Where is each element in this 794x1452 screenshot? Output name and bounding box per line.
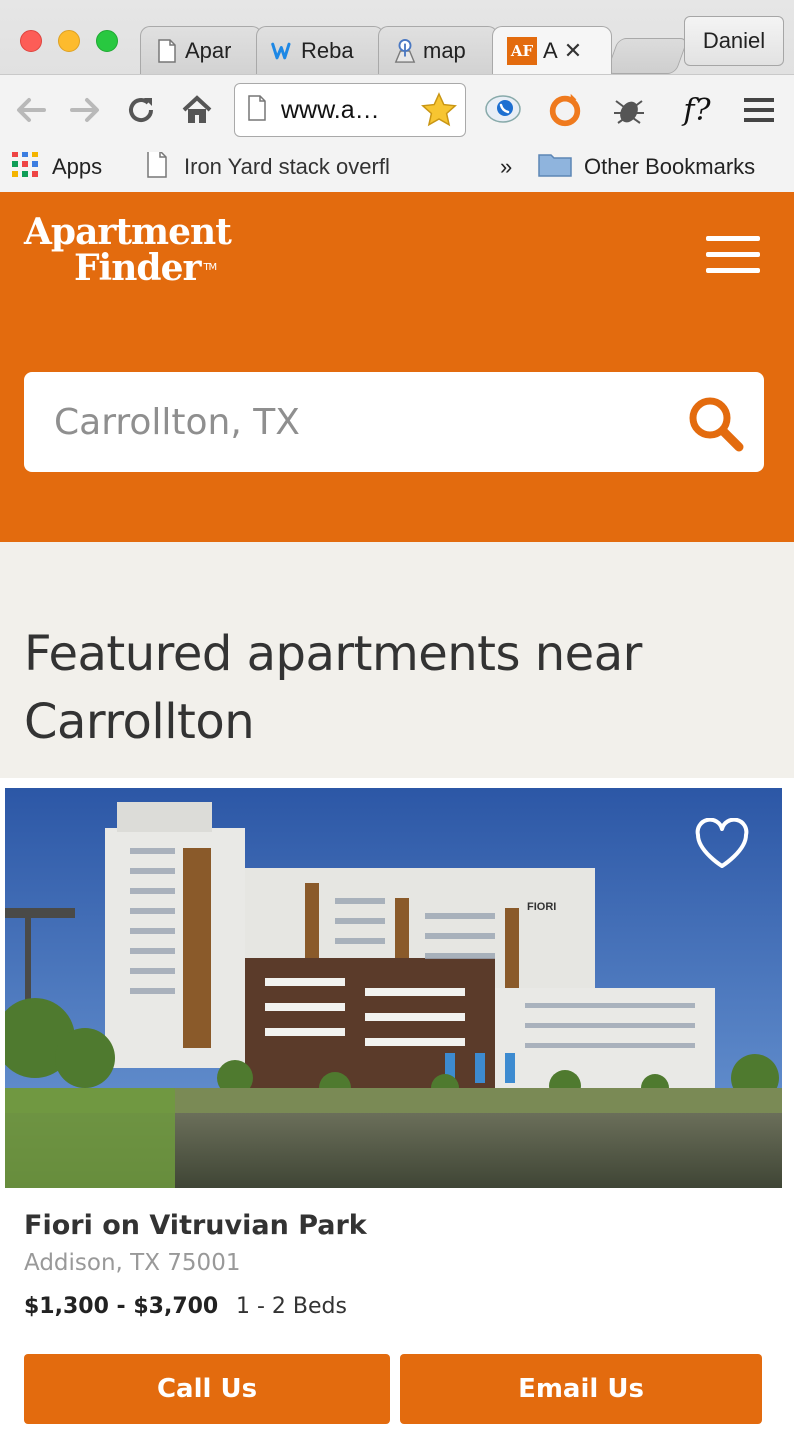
location-search-input[interactable]: [24, 372, 664, 472]
featured-title: Featured apartments near Carrollton: [24, 626, 642, 750]
apartment-building-image: FIORI: [5, 788, 782, 1188]
tab-strip: Apar Reba map AF A ✕: [140, 22, 689, 74]
browser-toolbar: www.a… f?: [0, 74, 794, 144]
call-us-button[interactable]: Call Us: [24, 1354, 390, 1424]
location-search: [24, 372, 764, 472]
bookmarks-overflow-button[interactable]: »: [500, 152, 512, 182]
home-icon[interactable]: [178, 91, 216, 129]
maps-pin-icon: [393, 38, 417, 64]
hamburger-menu-icon[interactable]: [706, 236, 760, 274]
apps-grid-icon: [12, 152, 38, 182]
listing-name[interactable]: Fiori on Vitruvian Park: [24, 1210, 367, 1241]
apartment-finder-logo[interactable]: Apartment Finder TM: [24, 211, 232, 289]
tab-rebates[interactable]: Reba: [256, 26, 384, 74]
tab-label: map: [423, 37, 466, 63]
other-bookmarks-label: Other Bookmarks: [584, 154, 756, 179]
logo-trademark: TM: [203, 262, 217, 273]
featured-section: Featured apartments near Carrollton: [0, 542, 794, 778]
window-zoom-button[interactable]: [96, 30, 118, 52]
weebly-icon: [271, 38, 295, 64]
phone-extension-icon[interactable]: [484, 91, 522, 129]
bookmark-iron-yard[interactable]: Iron Yard stack overfl: [146, 152, 416, 182]
window-minimize-button[interactable]: [58, 30, 80, 52]
tab-apartments[interactable]: Apar: [140, 26, 262, 74]
logo-line-1: Apartment: [24, 211, 232, 253]
tab-label: Apar: [185, 37, 232, 63]
page-icon: [247, 95, 267, 125]
browser-chrome: Apar Reba map AF A ✕ Daniel www.a… f? Ap…: [0, 0, 794, 192]
back-arrow-icon[interactable]: [12, 91, 50, 129]
listing-card: FIORI Fiori on Vitruvian Park Addison, T…: [0, 778, 794, 1452]
font-extension-icon[interactable]: f?: [674, 91, 720, 129]
window-close-button[interactable]: [20, 30, 42, 52]
af-favicon-text: AF: [510, 41, 534, 60]
close-icon[interactable]: ✕: [564, 38, 582, 64]
bookmarks-bar: Apps Iron Yard stack overfl » Other Book…: [0, 144, 794, 192]
tab-label: Reba: [301, 37, 354, 63]
listing-address: Addison, TX 75001: [24, 1250, 241, 1276]
listing-photo[interactable]: FIORI: [5, 788, 782, 1188]
bug-extension-icon[interactable]: [610, 91, 648, 129]
listing-price: $1,300 - $3,700: [24, 1294, 219, 1319]
folder-icon: [538, 152, 572, 182]
bookmark-label: Iron Yard stack overfl: [184, 154, 390, 179]
tab-maps[interactable]: map: [378, 26, 498, 74]
profile-button[interactable]: Daniel: [684, 16, 784, 66]
other-bookmarks[interactable]: Other Bookmarks: [538, 152, 755, 182]
site-header: Apartment Finder TM: [0, 192, 794, 542]
apps-label: Apps: [52, 154, 103, 179]
logo-line-2: Finder: [74, 247, 201, 289]
url-text: www.a…: [281, 95, 380, 124]
bookmark-star-icon[interactable]: [421, 92, 457, 132]
tab-apartment-finder[interactable]: AF A ✕: [492, 26, 612, 74]
page-icon: [146, 152, 168, 182]
email-us-button[interactable]: Email Us: [400, 1354, 762, 1424]
menu-icon[interactable]: [740, 91, 778, 129]
favorite-heart-icon[interactable]: [694, 817, 750, 870]
af-favicon-icon: AF: [507, 36, 537, 65]
new-tab-button[interactable]: [605, 38, 689, 74]
building-sign: FIORI: [527, 901, 556, 913]
tab-label: A: [543, 37, 558, 63]
page-icon: [155, 38, 179, 64]
address-bar[interactable]: www.a…: [234, 83, 466, 137]
listing-beds: 1 - 2 Beds: [236, 1294, 347, 1319]
forward-arrow-icon[interactable]: [66, 91, 104, 129]
apps-bookmark[interactable]: Apps: [12, 152, 102, 182]
ring-extension-icon[interactable]: [546, 91, 584, 129]
search-icon[interactable]: [684, 392, 748, 456]
reload-icon[interactable]: [122, 91, 160, 129]
